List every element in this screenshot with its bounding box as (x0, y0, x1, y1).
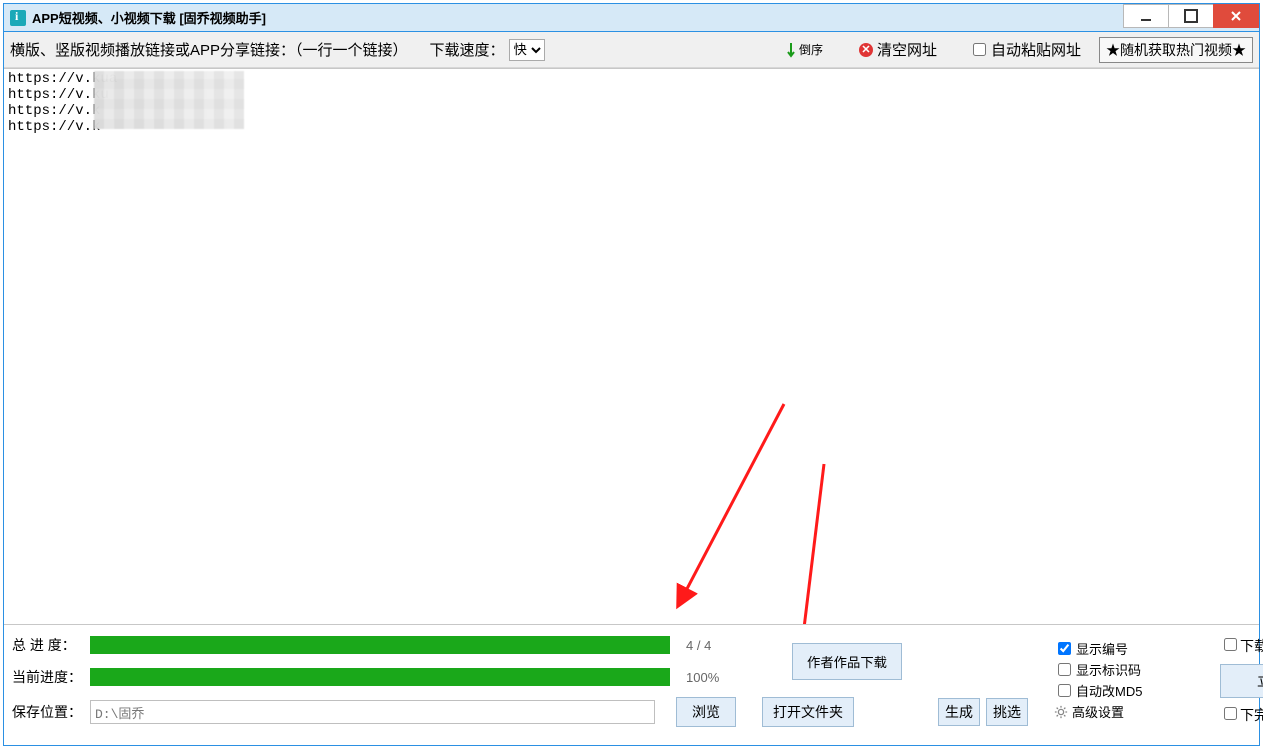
arrow-down-icon (785, 41, 797, 59)
open-folder-button[interactable]: 打开文件夹 (762, 697, 854, 727)
toolbar: 横版、竖版视频播放链接或APP分享链接：（一行一个链接） 下载速度： 快 倒序 … (4, 32, 1259, 68)
advanced-settings-link[interactable]: 高级设置 (1054, 702, 1214, 721)
save-path-label: 保存位置： (12, 702, 84, 722)
total-progress-fill (90, 636, 670, 654)
speed-label: 下载速度： (430, 39, 505, 60)
author-works-button[interactable]: 作者作品下载 (792, 643, 902, 680)
bottom-panel: 总 进 度： 4 / 4 作者作品下载 显示编号 显示标识码 自动改MD5 高级… (4, 625, 1259, 745)
select-button[interactable]: 挑选 (986, 698, 1028, 726)
clear-urls-button[interactable]: ✕ 清空网址 (853, 38, 943, 61)
reverse-label: 倒序 (799, 44, 823, 56)
url-prompt-label: 横版、竖版视频播放链接或APP分享链接：（一行一个链接） (10, 39, 408, 60)
autopaste-label: 自动粘贴网址 (991, 39, 1081, 60)
show-index-checkbox[interactable]: 显示编号 (1054, 639, 1214, 658)
app-icon (10, 10, 26, 26)
save-path-input[interactable] (90, 700, 655, 724)
random-hot-button[interactable]: ★随机获取热门视频★ (1099, 37, 1253, 63)
url-textarea-container (4, 68, 1259, 625)
clear-label: 清空网址 (877, 39, 937, 60)
browse-button[interactable]: 浏览 (676, 697, 736, 727)
finish-sound-checkbox[interactable]: 下完提示音 (1220, 704, 1263, 725)
current-progress-label: 当前进度： (12, 667, 84, 687)
gear-icon (1054, 705, 1068, 719)
minimize-button[interactable] (1123, 4, 1169, 28)
download-now-button[interactable]: 立即下载 (1220, 664, 1263, 698)
current-progress-bar (90, 668, 670, 686)
auto-shutdown-checkbox[interactable]: 下载完成自动关机 (1220, 635, 1263, 656)
total-progress-bar (90, 636, 670, 654)
auto-md5-checkbox[interactable]: 自动改MD5 (1054, 681, 1214, 700)
total-progress-text: 4 / 4 (676, 638, 756, 653)
window-title: APP短视频、小视频下载 [固乔视频助手] (32, 8, 266, 27)
generate-button[interactable]: 生成 (938, 698, 980, 726)
autopaste-input[interactable] (973, 43, 986, 56)
show-mark-checkbox[interactable]: 显示标识码 (1054, 660, 1214, 679)
reverse-order-button[interactable]: 倒序 (781, 40, 827, 60)
total-progress-label: 总 进 度： (12, 635, 84, 655)
titlebar[interactable]: APP短视频、小视频下载 [固乔视频助手] (4, 4, 1259, 32)
maximize-button[interactable] (1168, 4, 1214, 28)
url-textarea[interactable] (4, 69, 1259, 624)
x-circle-icon: ✕ (859, 43, 873, 57)
close-button[interactable] (1213, 4, 1259, 28)
speed-select[interactable]: 快 (509, 39, 545, 61)
autopaste-checkbox[interactable]: 自动粘贴网址 (969, 39, 1081, 60)
current-progress-fill (90, 668, 670, 686)
redaction-overlay (94, 71, 244, 129)
current-progress-text: 100% (676, 670, 756, 685)
